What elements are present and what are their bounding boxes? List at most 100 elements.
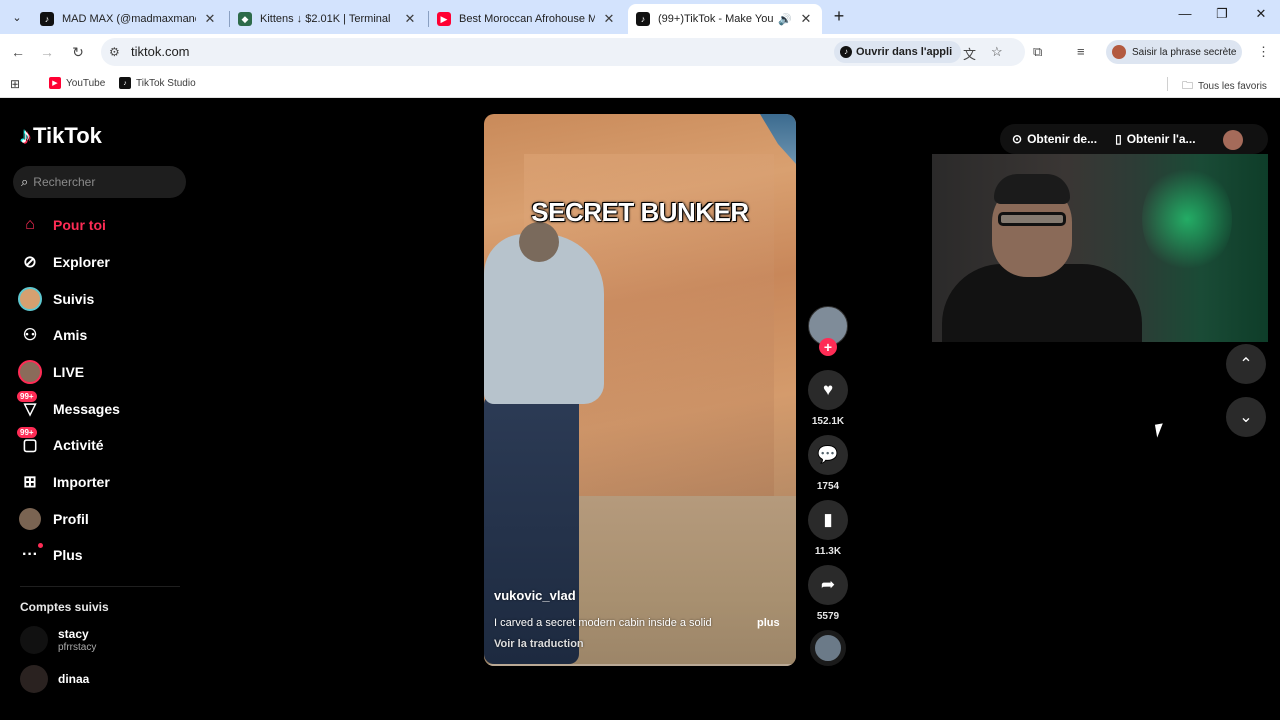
messages-icon: ▽ 99+ [17, 391, 42, 421]
forward-icon[interactable]: → [38, 43, 56, 61]
nav-following[interactable]: Suivis [18, 284, 183, 314]
nav-label: LIVE [53, 364, 85, 380]
nav-upload[interactable]: ⊞ Importer [18, 467, 183, 497]
account-handle: pfrrstacy [58, 642, 97, 653]
video-description: I carved a secret modern cabin inside a … [494, 617, 712, 629]
menu-kebab-icon[interactable]: ⋮ [1257, 44, 1270, 60]
logo-text: TikTok [33, 123, 102, 148]
nav-label: Pour toi [53, 217, 106, 233]
followed-accounts-title: Comptes suivis [20, 600, 109, 614]
nav-activity[interactable]: ▢ 99+ Activité [17, 427, 183, 460]
close-tab-icon[interactable]: ✕ [202, 11, 218, 27]
new-tab-icon[interactable]: + [829, 6, 849, 26]
bookmark-tiktok-studio[interactable]: ♪ TikTok Studio [119, 77, 196, 89]
get-coins-button[interactable]: ⊙ Obtenir de... [1012, 132, 1097, 146]
coin-icon: ⊙ [1012, 132, 1023, 146]
tab-title: Kittens ↓ $2.01K | Terminal [260, 13, 391, 25]
video-more-link[interactable]: plus [757, 617, 780, 629]
account-name: stacy [58, 627, 89, 641]
activity-badge: 99+ [17, 427, 37, 438]
friends-icon: ⚇ [22, 327, 38, 344]
video-username[interactable]: vukovic_vlad [494, 588, 576, 603]
nav-messages[interactable]: ▽ 99+ Messages [17, 391, 183, 424]
tiktok-logo[interactable]: ♪ TikTok [20, 123, 102, 149]
video-progress-bar[interactable] [484, 664, 796, 666]
translate-icon[interactable]: 文 [963, 44, 976, 63]
nav-explore[interactable]: ⊘ Explorer [18, 247, 183, 277]
all-favorites-label: Tous les favoris [1198, 81, 1267, 92]
profile-avatar-icon [1112, 45, 1126, 59]
extensions-icon[interactable]: ⧉ [1033, 44, 1042, 60]
tab-title: (99+)TikTok - Make Your Da [658, 13, 774, 25]
nav-more[interactable]: ··· Plus [18, 540, 183, 570]
get-app-button[interactable]: ▯ Obtenir l'a... [1115, 132, 1195, 146]
comment-icon: 💬 [817, 445, 839, 464]
minimize-icon[interactable]: — [1175, 6, 1195, 21]
share-button[interactable]: ➦ [808, 565, 848, 605]
like-button[interactable]: ♥ [808, 370, 848, 410]
tab-title: MAD MAX (@madmaxmanege) [62, 13, 196, 25]
nav-friends[interactable]: ⚇ Amis [18, 320, 183, 350]
more-icon: ··· [18, 543, 43, 567]
avatar [20, 626, 48, 654]
tab-kittens[interactable]: ◆ Kittens ↓ $2.01K | Terminal ✕ [230, 4, 426, 34]
mouse-cursor-icon [1154, 423, 1166, 438]
speaker-icon[interactable]: 🔊 [778, 13, 792, 26]
search-input[interactable] [33, 175, 174, 189]
all-favorites[interactable]: 🗀 Tous les favoris [1182, 77, 1267, 96]
apps-grid-icon[interactable]: ⊞ [10, 77, 20, 91]
close-tab-icon[interactable]: ✕ [601, 11, 617, 27]
tab-youtube[interactable]: ▶ Best Moroccan Afrohouse Mix ✕ [429, 4, 625, 34]
profile-avatar-icon [18, 507, 42, 531]
video-player[interactable]: SECRET BUNKER vukovic_vlad I carved a se… [484, 114, 796, 666]
previous-video-button[interactable]: ⌃ [1226, 344, 1266, 384]
phone-icon: ▯ [1115, 132, 1122, 146]
site-info-icon[interactable]: ⚙ [109, 45, 120, 59]
url-text[interactable]: tiktok.com [131, 44, 190, 59]
restore-icon[interactable]: ❐ [1212, 6, 1232, 22]
close-tab-icon[interactable]: ✕ [798, 11, 814, 27]
close-window-icon[interactable]: ✕ [1251, 6, 1271, 22]
nav-for-you[interactable]: ⌂ Pour toi [18, 210, 183, 240]
avatar [20, 665, 48, 693]
account-name: dinaa [58, 672, 90, 686]
media-controls-icon[interactable]: ≡ [1077, 44, 1085, 59]
notification-dot [38, 543, 43, 548]
get-coins-label: Obtenir de... [1027, 132, 1098, 146]
nav-label: Amis [53, 327, 88, 343]
tab-tiktok[interactable]: ♪ (99+)TikTok - Make Your Da 🔊 ✕ [628, 4, 822, 34]
reload-icon[interactable]: ↻ [69, 43, 87, 61]
bookmark-star-icon[interactable]: ☆ [991, 44, 1003, 60]
translate-link[interactable]: Voir la traduction [494, 638, 584, 650]
search-icon: ⌕ [21, 174, 29, 189]
nav-label: Explorer [53, 254, 110, 270]
tab-search-icon[interactable]: ⌄ [6, 6, 28, 28]
address-bar[interactable]: ⚙ tiktok.com ♪ Ouvrir dans l'appli 文 ☆ [101, 38, 1025, 66]
user-avatar[interactable] [1223, 130, 1243, 150]
followed-account-dinaa[interactable]: dinaa [20, 665, 89, 693]
search-box[interactable]: ⌕ [13, 166, 186, 198]
passphrase-button[interactable]: Saisir la phrase secrète [1106, 40, 1242, 64]
save-button[interactable]: ▮ [808, 500, 848, 540]
youtube-icon: ▶ [49, 77, 61, 89]
home-icon: ⌂ [25, 216, 35, 233]
follow-plus-icon[interactable]: + [819, 338, 837, 356]
following-avatar-icon [18, 287, 42, 311]
share-icon: ➦ [820, 575, 836, 594]
chevron-down-icon: ⌄ [1239, 409, 1253, 426]
followed-account-stacy[interactable]: stacy pfrrstacy [20, 626, 96, 654]
bookmark-youtube[interactable]: ▶ YouTube [49, 77, 105, 89]
open-in-app-button[interactable]: ♪ Ouvrir dans l'appli [834, 41, 962, 63]
music-disc-icon[interactable] [810, 630, 846, 666]
tab-madmax[interactable]: ♪ MAD MAX (@madmaxmanege) ✕ [32, 4, 226, 34]
nav-label: Profil [53, 511, 89, 527]
terminal-favicon-icon: ◆ [238, 12, 252, 26]
comment-button[interactable]: 💬 [808, 435, 848, 475]
back-icon[interactable]: ← [9, 43, 27, 61]
tiktok-favicon-icon: ♪ [40, 12, 54, 26]
nav-live[interactable]: LIVE [18, 357, 183, 387]
close-tab-icon[interactable]: ✕ [402, 11, 418, 27]
next-video-button[interactable]: ⌄ [1226, 397, 1266, 437]
nav-profile[interactable]: Profil [18, 504, 183, 534]
folder-icon: 🗀 [1182, 80, 1193, 92]
